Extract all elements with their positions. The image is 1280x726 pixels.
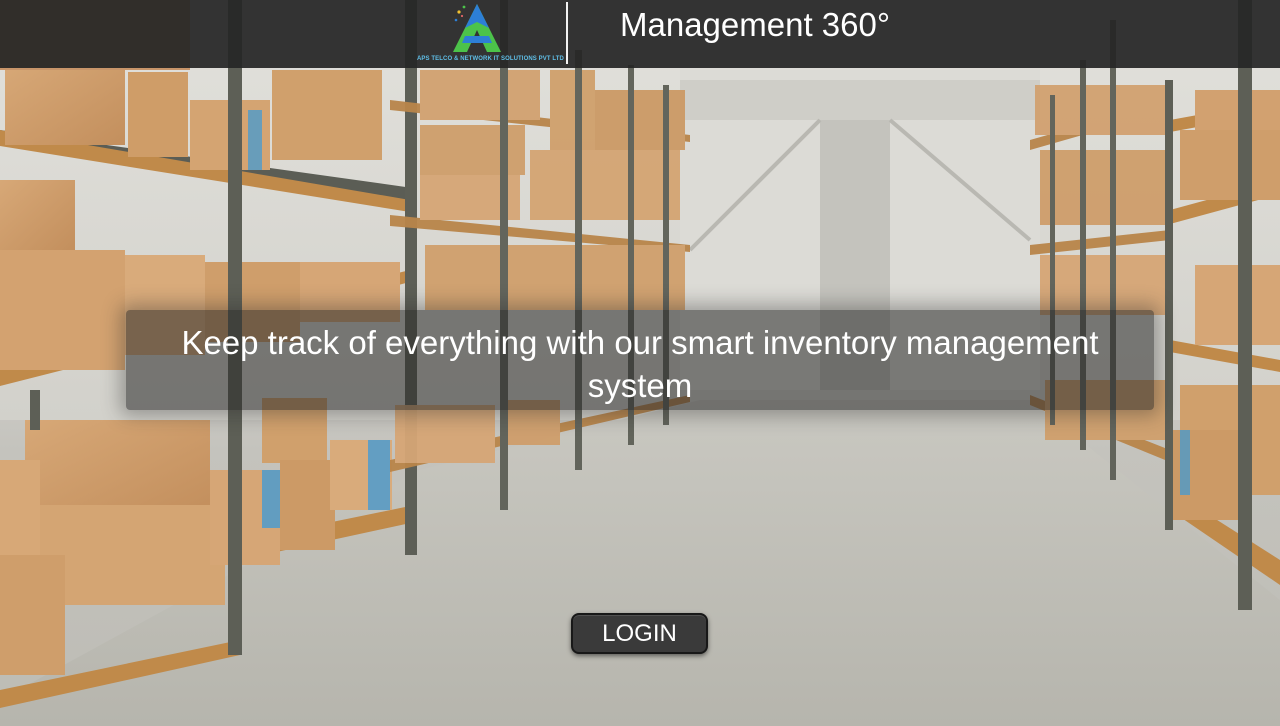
app-title: Management 360° bbox=[620, 6, 891, 43]
login-button[interactable]: LOGIN bbox=[571, 613, 708, 654]
company-logo[interactable]: APS TELCO & NETWORK IT SOLUTIONS PVT LTD bbox=[417, 2, 564, 66]
top-header-bar: APS TELCO & NETWORK IT SOLUTIONS PVT LTD… bbox=[0, 0, 1280, 68]
hero-tagline: Keep track of everything with our smart … bbox=[181, 324, 1099, 404]
triangle-a-logo-icon bbox=[453, 4, 501, 52]
company-name-label: APS TELCO & NETWORK IT SOLUTIONS PVT LTD bbox=[417, 56, 564, 62]
landing-page: APS TELCO & NETWORK IT SOLUTIONS PVT LTD… bbox=[0, 0, 1280, 726]
header-divider bbox=[566, 2, 568, 64]
